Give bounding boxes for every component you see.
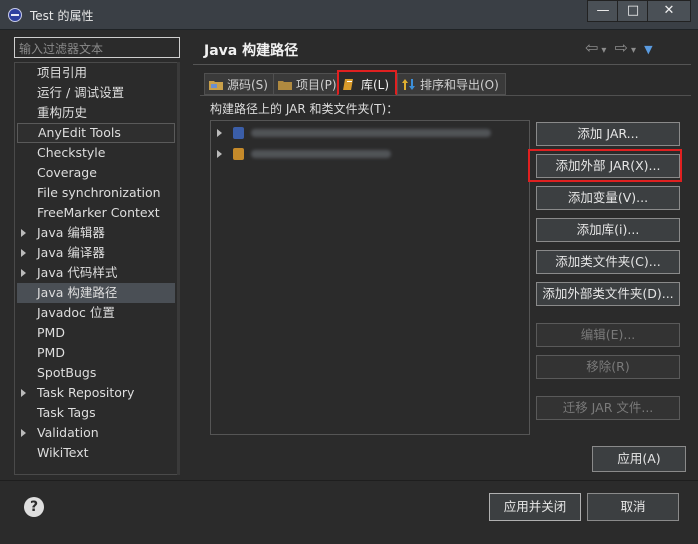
- nav-item-label: 重构历史: [37, 105, 88, 120]
- header-separator: [193, 64, 691, 65]
- expand-arrow-icon[interactable]: [21, 249, 26, 257]
- tab-source-label: 源码(S): [227, 78, 268, 92]
- nav-scrollbar[interactable]: [177, 62, 180, 475]
- window-title: Test 的属性: [30, 9, 94, 23]
- nav-item[interactable]: Task Repository: [15, 383, 175, 403]
- minimize-button[interactable]: —: [587, 0, 619, 22]
- nav-item-label: PMD: [37, 345, 65, 360]
- nav-item[interactable]: SpotBugs: [15, 363, 175, 383]
- nav-item-label: Validation: [37, 425, 99, 440]
- add-jar-button[interactable]: 添加 JAR...: [536, 122, 680, 146]
- nav-item-label: Java 代码样式: [37, 265, 118, 280]
- nav-item-label: File synchronization: [37, 185, 161, 200]
- nav-item[interactable]: Java 构建路径: [17, 283, 175, 303]
- libraries-tree[interactable]: [210, 120, 530, 435]
- help-icon[interactable]: ?: [24, 497, 44, 517]
- forward-dropdown-icon[interactable]: ▾: [631, 45, 636, 56]
- expand-arrow-icon[interactable]: [21, 389, 26, 397]
- nav-item-label: WikiText: [37, 445, 89, 460]
- tree-row[interactable]: [211, 124, 529, 142]
- add-external-class-folder-button[interactable]: 添加外部类文件夹(D)...: [536, 282, 680, 306]
- close-button[interactable]: ✕: [647, 0, 691, 22]
- nav-item-label: AnyEdit Tools: [38, 125, 121, 140]
- nav-item[interactable]: Java 编译器: [15, 243, 175, 263]
- nav-item-label: Checkstyle: [37, 145, 106, 160]
- back-arrow-icon[interactable]: ⇦: [585, 38, 598, 57]
- jre-library-icon: [233, 148, 244, 160]
- nav-item-label: FreeMarker Context: [37, 205, 160, 220]
- nav-item-label: Java 编辑器: [37, 225, 105, 240]
- nav-item-label: Coverage: [37, 165, 97, 180]
- nav-item-label: SpotBugs: [37, 365, 97, 380]
- nav-item[interactable]: Checkstyle: [15, 143, 175, 163]
- tab-source[interactable]: 源码(S): [204, 73, 275, 95]
- nav-item[interactable]: Java 代码样式: [15, 263, 175, 283]
- expand-arrow-icon[interactable]: [21, 269, 26, 277]
- tab-libraries[interactable]: 库(L): [337, 70, 398, 96]
- nav-item[interactable]: Task Tags: [15, 403, 175, 423]
- footer-separator: [0, 480, 698, 481]
- nav-item[interactable]: WikiText: [15, 443, 175, 463]
- blurred-entry: [251, 129, 491, 137]
- tab-projects[interactable]: 项目(P): [273, 73, 344, 95]
- nav-item[interactable]: Java 编辑器: [15, 223, 175, 243]
- nav-item-label: Task Tags: [37, 405, 96, 420]
- add-library-button[interactable]: 添加库(i)...: [536, 218, 680, 242]
- tree-row[interactable]: [211, 145, 529, 163]
- folder-icon: [278, 81, 292, 90]
- add-external-jar-button[interactable]: 添加外部 JAR(X)...: [536, 154, 680, 178]
- tab-projects-label: 项目(P): [296, 78, 337, 92]
- migrate-jar-button[interactable]: 迁移 JAR 文件...: [536, 396, 680, 420]
- apply-and-close-button[interactable]: 应用并关闭: [489, 493, 581, 521]
- expand-arrow-icon[interactable]: [217, 150, 222, 158]
- jar-icon: [233, 127, 244, 139]
- nav-item-label: PMD: [37, 325, 65, 340]
- maximize-button[interactable]: □: [617, 0, 649, 22]
- expand-arrow-icon[interactable]: [21, 429, 26, 437]
- nav-item-label: 项目引用: [37, 65, 88, 80]
- remove-button[interactable]: 移除(R): [536, 355, 680, 379]
- tab-libraries-label: 库(L): [361, 78, 390, 92]
- tab-order-export-label: 排序和导出(O): [420, 78, 499, 92]
- expand-arrow-icon[interactable]: [217, 129, 222, 137]
- nav-item[interactable]: AnyEdit Tools: [17, 123, 175, 143]
- sort-arrows-icon: [402, 79, 415, 90]
- folder-source-icon: [209, 81, 223, 90]
- nav-item-label: Java 编译器: [37, 245, 105, 260]
- property-nav-list: 项目引用运行 / 调试设置 重构历史 AnyEdit Tools Checkstyle…: [14, 62, 180, 475]
- eclipse-icon: [8, 8, 22, 22]
- nav-item[interactable]: 运行 / 调试设置: [15, 83, 175, 103]
- nav-item[interactable]: PMD: [15, 323, 175, 343]
- nav-item-label: Java 构建路径: [37, 285, 118, 300]
- forward-arrow-icon[interactable]: ⇨: [615, 38, 628, 57]
- nav-item-label: Javadoc 位置: [37, 305, 115, 320]
- nav-item-label: 运行 / 调试设置: [37, 85, 125, 100]
- cancel-button[interactable]: 取消: [587, 493, 679, 521]
- add-variable-button[interactable]: 添加变量(V)...: [536, 186, 680, 210]
- nav-item[interactable]: FreeMarker Context: [15, 203, 175, 223]
- nav-item[interactable]: 重构历史: [15, 103, 175, 123]
- nav-item-label: Task Repository: [37, 385, 135, 400]
- expand-arrow-icon[interactable]: [21, 229, 26, 237]
- apply-button[interactable]: 应用(A): [592, 446, 686, 472]
- nav-item[interactable]: Coverage: [15, 163, 175, 183]
- view-menu-icon[interactable]: ▼: [644, 43, 652, 56]
- libraries-label: 构建路径上的 JAR 和类文件夹(T)：: [210, 102, 399, 116]
- nav-item[interactable]: File synchronization: [15, 183, 175, 203]
- tab-order-export[interactable]: 排序和导出(O): [397, 73, 506, 95]
- page-title: Java 构建路径: [204, 43, 299, 59]
- nav-item[interactable]: PMD: [15, 343, 175, 363]
- tab-separator: [200, 95, 691, 96]
- add-class-folder-button[interactable]: 添加类文件夹(C)...: [536, 250, 680, 274]
- edit-button[interactable]: 编辑(E)...: [536, 323, 680, 347]
- back-dropdown-icon[interactable]: ▾: [601, 45, 606, 56]
- header-nav: ⇦ ▾ ⇨ ▾ ▼: [585, 38, 656, 57]
- filter-input[interactable]: 输入过滤器文本: [14, 37, 180, 58]
- nav-item[interactable]: Javadoc 位置: [15, 303, 175, 323]
- blurred-entry: [251, 150, 391, 158]
- nav-item[interactable]: Validation: [15, 423, 175, 443]
- nav-item[interactable]: 项目引用: [15, 63, 175, 83]
- library-books-icon: [343, 79, 353, 90]
